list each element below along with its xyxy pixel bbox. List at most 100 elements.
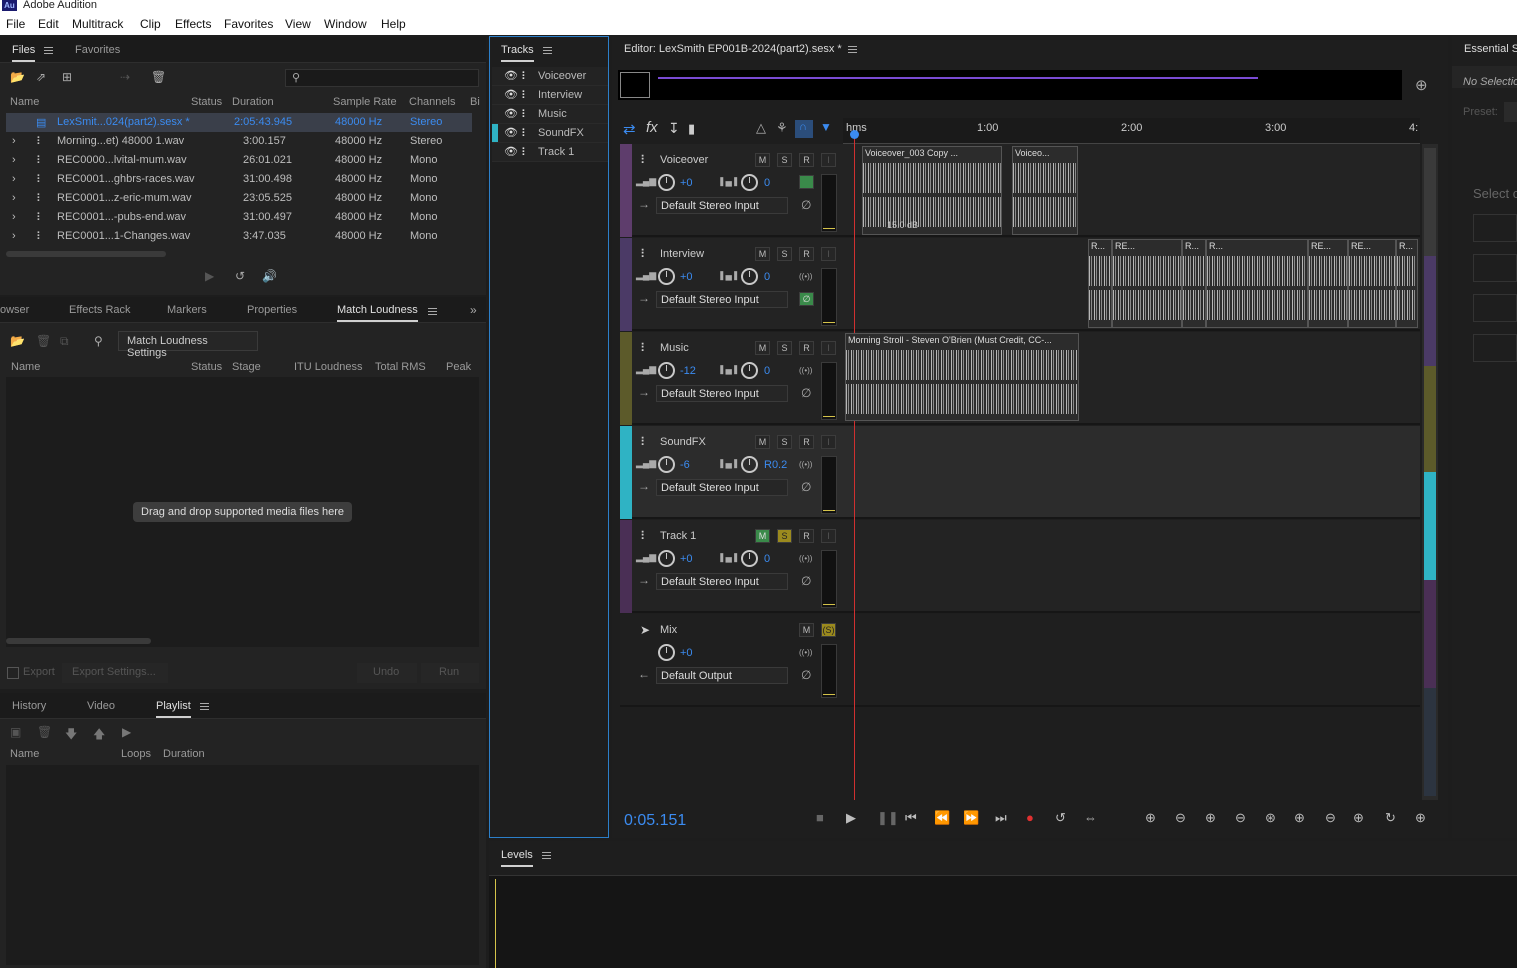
menu-window[interactable]: Window	[324, 17, 367, 31]
pan-value[interactable]: 0	[764, 177, 770, 189]
track-name[interactable]: Interview	[660, 248, 704, 260]
input-monitor-button[interactable]: I	[821, 247, 836, 261]
tab-effects-rack[interactable]: Effects Rack	[69, 304, 131, 316]
record-icon[interactable]: ●	[1026, 810, 1034, 825]
track-name[interactable]: Music	[660, 342, 689, 354]
time-ruler[interactable]: hms 1:00 2:00 3:00 4:	[843, 118, 1420, 144]
match-loudness-settings-button[interactable]: Match Loudness Settings	[118, 331, 258, 359]
expand-icon[interactable]: ›	[12, 154, 16, 166]
pan-value[interactable]: 0	[764, 365, 770, 377]
file-row[interactable]: › ⠇ REC0000...lvital-mum.wav 26:01.021 48000…	[6, 151, 472, 170]
pan-value[interactable]: 0	[764, 553, 770, 565]
loop-icon[interactable]: ↺	[1055, 810, 1066, 826]
col-peak[interactable]: Peak	[446, 361, 471, 373]
mix-name[interactable]: Mix	[660, 624, 677, 636]
menu-effects[interactable]: Effects	[175, 17, 211, 31]
solo-button[interactable]: S	[777, 341, 792, 355]
solo-button[interactable]: S	[777, 153, 792, 167]
voiceover-clip-2[interactable]: Voiceo...	[1012, 146, 1078, 235]
pan-knob[interactable]	[741, 362, 758, 379]
expand-icon[interactable]: ›	[12, 135, 16, 147]
mute-button[interactable]: M	[755, 435, 770, 449]
volume-knob[interactable]	[658, 550, 675, 567]
col-total-rms[interactable]: Total RMS	[375, 361, 426, 373]
polarity-icon[interactable]: ∅	[801, 480, 811, 494]
stereo-icon[interactable]: ((•))	[799, 366, 812, 375]
trash-icon[interactable]: 🗑	[36, 334, 51, 348]
zoom-in-point-icon[interactable]: ⊕	[1294, 810, 1305, 826]
files-search-input[interactable]: ⚲	[285, 69, 479, 87]
volume-value[interactable]: -12	[680, 365, 696, 377]
overflow-icon[interactable]: »	[470, 303, 477, 317]
trash-icon[interactable]: 🗑	[37, 725, 52, 739]
volume-knob[interactable]	[658, 174, 675, 191]
polarity-icon[interactable]: ∅	[801, 198, 811, 212]
zoom-fit-icon[interactable]: ⊕	[1415, 810, 1426, 826]
stereo-icon[interactable]: ((•))	[799, 272, 812, 281]
file-row[interactable]: ▤ LexSmit...024(part2).sesx * 2:05:43.945 4…	[6, 113, 472, 132]
autoplay-icon[interactable]: 🔊	[262, 269, 277, 283]
interview-clip[interactable]: R...	[1206, 239, 1308, 328]
playhead-handle[interactable]	[850, 130, 859, 139]
tab-playlist[interactable]: Playlist	[156, 700, 191, 718]
input-monitor-button[interactable]: I	[821, 153, 836, 167]
expand-icon[interactable]: ›	[12, 192, 16, 204]
col-bits[interactable]: Bi	[470, 96, 480, 108]
file-row[interactable]: › ⠇ REC0001...1-Changes.wav 3:47.035 48000 H…	[6, 227, 472, 246]
record-arm-button[interactable]: R	[799, 153, 814, 167]
menu-multitrack[interactable]: Multitrack	[72, 17, 123, 31]
file-row[interactable]: › ⠇ REC0001...ghbrs-races.wav 31:00.498 4800…	[6, 170, 472, 189]
track-list-item[interactable]: 👁 ⠇ Music	[492, 105, 608, 124]
output-select[interactable]: Default Output	[656, 667, 788, 684]
volume-knob[interactable]	[658, 362, 675, 379]
move-down-icon[interactable]: 🡇	[65, 725, 77, 746]
type-button-sfx[interactable]	[1473, 294, 1517, 322]
menu-file[interactable]: File	[6, 17, 25, 31]
loop-icon[interactable]: ↺	[235, 269, 245, 283]
stereo-icon[interactable]: ((•))	[799, 554, 812, 563]
menu-edit[interactable]: Edit	[38, 17, 59, 31]
zoom-out-amplitude-icon[interactable]: ⊖	[1175, 810, 1186, 826]
col-duration[interactable]: Duration	[163, 748, 205, 760]
eq-icon[interactable]: ▮	[688, 121, 695, 137]
record-arm-button[interactable]: R	[799, 247, 814, 261]
solo-button[interactable]: S	[777, 247, 792, 261]
tab-history[interactable]: History	[12, 700, 46, 712]
tab-properties[interactable]: Properties	[247, 304, 297, 316]
stereo-icon[interactable]: ((•))	[799, 460, 812, 469]
volume-knob[interactable]	[658, 456, 675, 473]
col-sample-rate[interactable]: Sample Rate	[333, 96, 397, 108]
interview-clip[interactable]: RE...	[1308, 239, 1348, 328]
track-name[interactable]: SoundFX	[660, 436, 706, 448]
stereo-icon[interactable]: ((•))	[799, 648, 812, 657]
record-arm-button[interactable]: R	[799, 435, 814, 449]
zoom-in-amplitude-icon[interactable]: ⊕	[1145, 810, 1156, 826]
expand-icon[interactable]: ›	[12, 230, 16, 242]
pause-icon[interactable]: ❚❚	[877, 810, 899, 826]
solo-button[interactable]: (S)	[821, 623, 836, 637]
pan-value[interactable]: 0	[764, 271, 770, 283]
snap-icon[interactable]: ⚘	[776, 120, 788, 136]
solo-button[interactable]: S	[777, 529, 792, 543]
volume-value[interactable]: -6	[680, 459, 690, 471]
export-checkbox[interactable]	[7, 667, 19, 679]
menu-view[interactable]: View	[285, 17, 311, 31]
track-list-item[interactable]: 👁 ⠇ SoundFX	[492, 124, 608, 143]
col-channels[interactable]: Channels	[409, 96, 455, 108]
track-list-item[interactable]: 👁 ⠇ Interview	[492, 86, 608, 105]
eye-icon[interactable]: 👁	[504, 107, 518, 120]
track-track-1[interactable]: ⠇ Track 1 M S R I ▂▄▆ +0 ❚▄❚ 0 ((•)) → Default Stere…	[620, 520, 1420, 613]
input-select[interactable]: Default Stereo Input	[656, 479, 788, 496]
skip-selection-icon[interactable]: ⇔	[1084, 810, 1097, 825]
col-status[interactable]: Status	[191, 361, 222, 373]
voiceover-clip[interactable]: Voiceover_003 Copy ... 15.0 dB	[862, 146, 1002, 235]
zoom-selection-icon[interactable]: ⊕	[1353, 810, 1364, 826]
play-playlist-icon[interactable]: ▶	[122, 725, 131, 739]
polarity-icon[interactable]: ∅	[801, 574, 811, 588]
play-icon[interactable]: ▶	[846, 810, 856, 826]
eye-icon[interactable]: 👁	[504, 69, 518, 82]
stereo-button[interactable]	[799, 175, 814, 189]
polarity-icon[interactable]: ∅	[801, 386, 811, 400]
record-arm-button[interactable]: R	[799, 341, 814, 355]
volume-value[interactable]: +0	[680, 177, 693, 189]
